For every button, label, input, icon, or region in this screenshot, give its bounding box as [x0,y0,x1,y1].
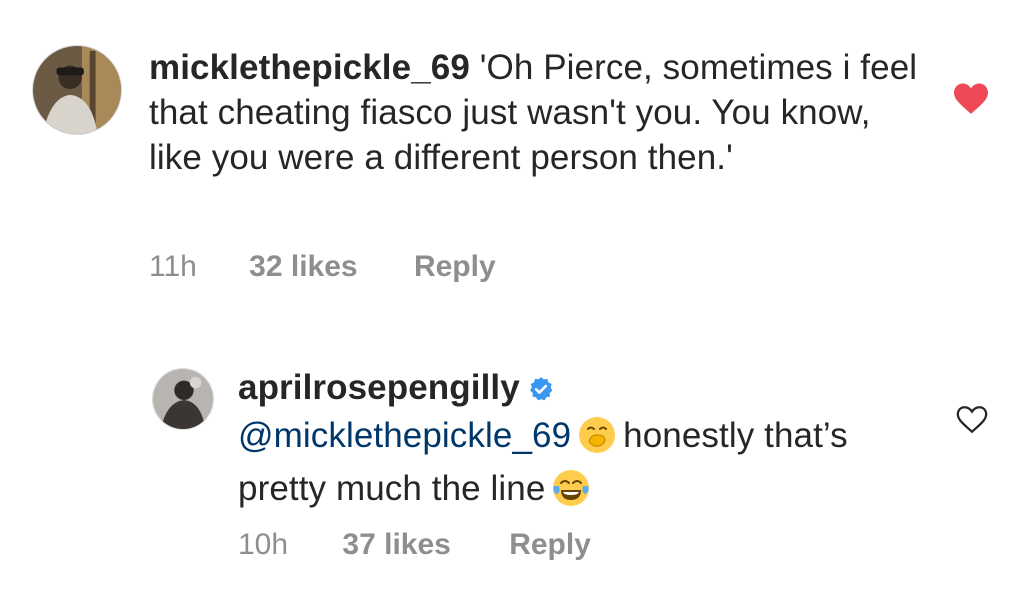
profile-photo-icon [153,369,213,429]
verified-badge-icon [528,368,554,413]
comment-time: 10h [238,528,289,561]
face-with-tears-of-joy-icon [551,468,591,519]
comment-likes[interactable]: 37 likes [342,528,450,562]
face-with-hand-over-mouth-icon [577,415,617,466]
comment-likes[interactable]: 32 likes [249,250,357,284]
reply-button[interactable]: Reply [414,250,496,284]
comment-time: 11h [149,250,197,283]
like-button[interactable] [955,404,989,436]
profile-photo-icon [33,46,121,134]
comment-meta: 10h 37 likes Reply [238,528,591,562]
comment-username[interactable]: aprilrosepengilly [238,368,520,407]
avatar[interactable] [152,368,214,430]
comment-text: micklethepickle_69 'Oh Pierce, sometimes… [149,45,929,180]
avatar[interactable] [32,45,122,135]
heart-filled-icon [954,83,988,114]
comment-username[interactable]: micklethepickle_69 [149,48,470,87]
reply-button[interactable]: Reply [509,528,591,562]
comment-text: aprilrosepengilly @micklethepickle_69 hon… [238,365,878,519]
mention-link[interactable]: @micklethepickle_69 [238,416,571,455]
like-button[interactable] [952,82,990,116]
comment-meta: 11h 32 likes Reply [149,250,496,284]
heart-outline-icon [956,406,988,434]
